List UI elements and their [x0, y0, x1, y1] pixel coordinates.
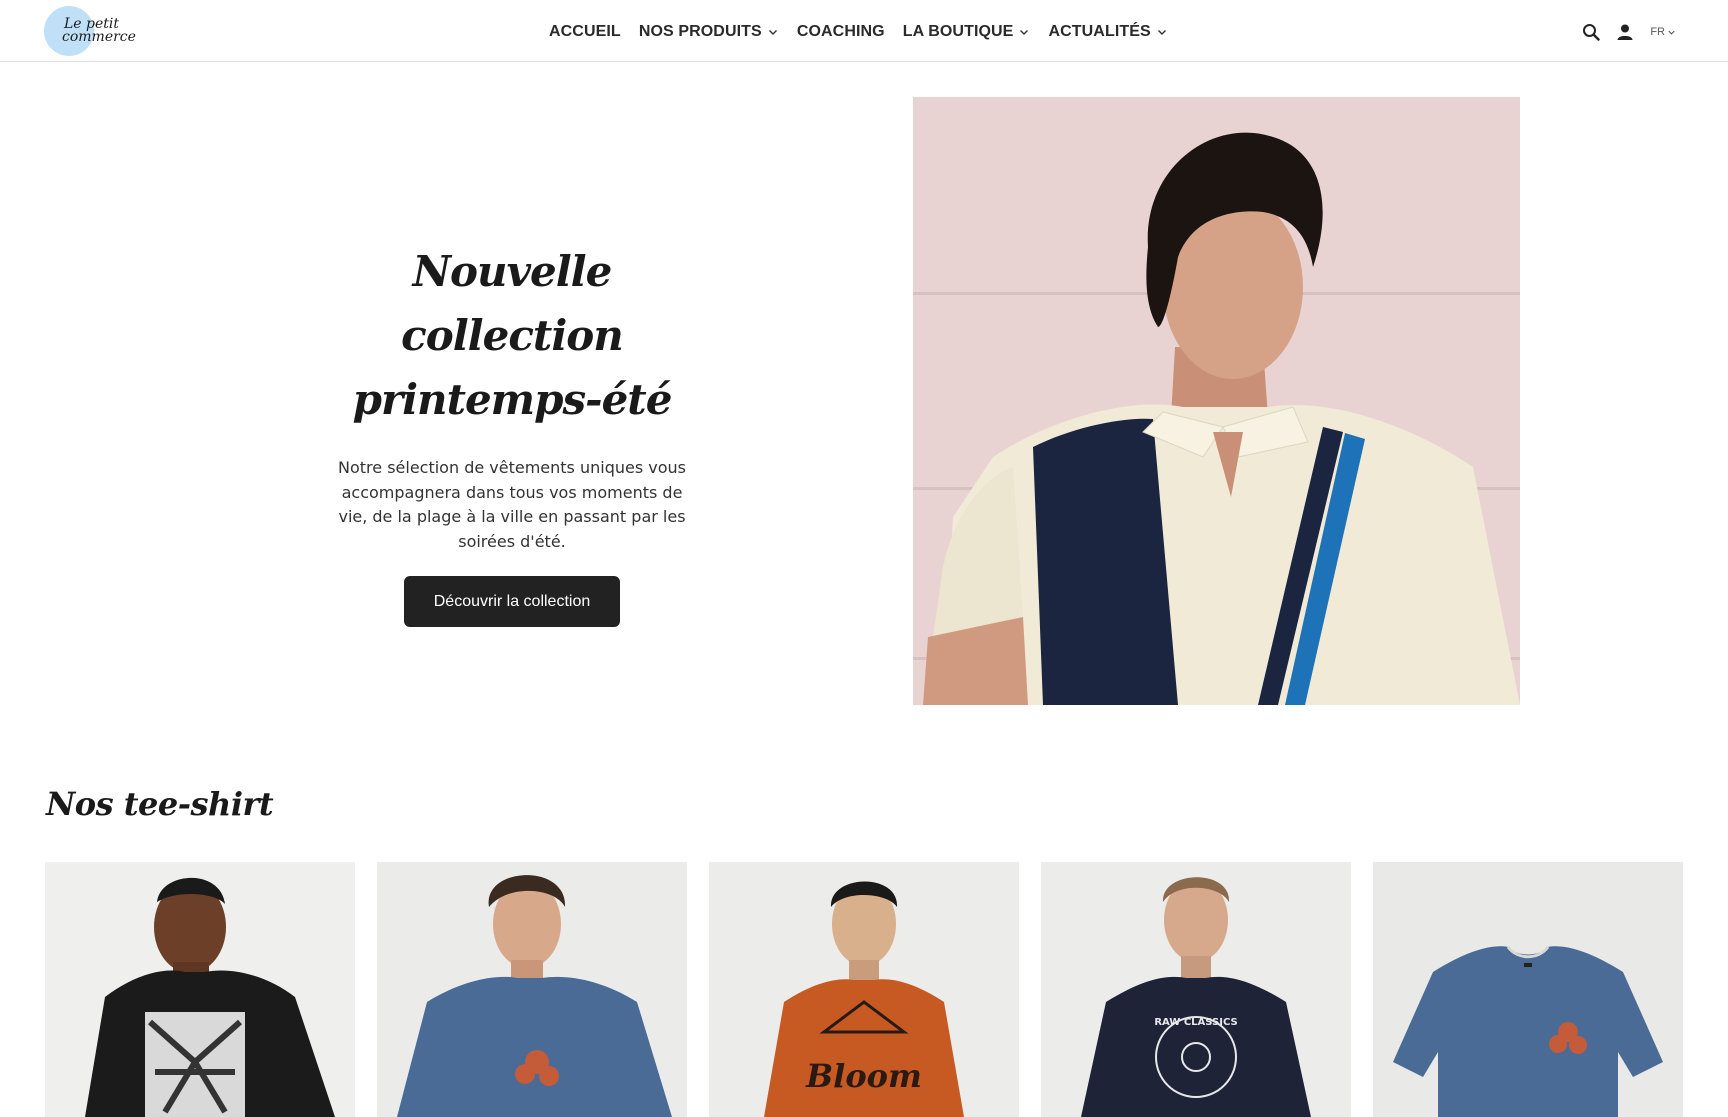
discover-collection-button[interactable]: Découvrir la collection: [404, 576, 620, 627]
nav-item-label: ACCUEIL: [549, 23, 621, 40]
hero-photo-illustration: [913, 97, 1520, 705]
chevron-down-icon: [1020, 30, 1029, 35]
nav-item-label: LA BOUTIQUE: [902, 23, 1014, 40]
search-icon: [1583, 24, 1601, 41]
site-header: Le petit commerce ACCUEIL NOS PRODUITS C…: [0, 0, 1728, 62]
product-image: [377, 862, 687, 1117]
nav-item-label: ACTUALITÉS: [1048, 23, 1151, 40]
product-card[interactable]: [377, 862, 687, 1117]
nav-item-label: NOS PRODUITS: [638, 23, 762, 40]
hero-image: [913, 97, 1520, 705]
chevron-down-icon: [768, 30, 777, 35]
nav-item-accueil[interactable]: ACCUEIL: [549, 23, 621, 41]
product-card[interactable]: [1373, 862, 1683, 1117]
main-nav: ACCUEIL NOS PRODUITS COACHING LA BOUTIQU…: [549, 20, 1186, 44]
language-label: FR: [1650, 26, 1665, 38]
nav-item-coaching[interactable]: COACHING: [797, 23, 885, 41]
nav-item-label: COACHING: [796, 23, 885, 40]
tee-print-text: Bloom: [805, 1057, 922, 1095]
chevron-down-icon: [1157, 30, 1166, 35]
product-image: Bloom: [709, 862, 1019, 1117]
nav-item-actualites[interactable]: ACTUALITÉS: [1048, 23, 1167, 41]
tee-product-list: Bloom RAW CLASSICS: [45, 862, 1685, 1117]
product-card[interactable]: [45, 862, 355, 1117]
nav-item-la-boutique[interactable]: LA BOUTIQUE: [903, 23, 1031, 41]
product-image: [45, 862, 355, 1117]
nav-item-nos-produits[interactable]: NOS PRODUITS: [639, 23, 779, 41]
logo-text-line2: commerce: [62, 29, 136, 45]
product-card[interactable]: Bloom: [709, 862, 1019, 1117]
header-tools: FR: [1566, 20, 1676, 44]
hero-title: Nouvelle collection printemps-été: [312, 240, 712, 432]
hero-title-line1: Nouvelle collection: [401, 247, 624, 360]
account-button[interactable]: [1616, 23, 1634, 41]
site-logo[interactable]: Le petit commerce: [44, 6, 136, 56]
product-image: [1373, 862, 1683, 1117]
chevron-down-icon: [1668, 30, 1675, 35]
search-button[interactable]: [1582, 23, 1601, 41]
language-selector[interactable]: FR: [1650, 26, 1676, 38]
hero-description: Notre sélection de vêtements uniques vou…: [338, 458, 686, 551]
product-card[interactable]: RAW CLASSICS: [1041, 862, 1351, 1117]
user-icon: [1617, 24, 1633, 40]
hero-title-line2: printemps-été: [352, 375, 673, 424]
product-image: RAW CLASSICS: [1041, 862, 1351, 1117]
tees-section-title: Nos tee-shirt: [46, 785, 274, 823]
tee-print-text: RAW CLASSICS: [1154, 1017, 1237, 1028]
hero-text: Nouvelle collection printemps-été Notre …: [312, 240, 712, 627]
